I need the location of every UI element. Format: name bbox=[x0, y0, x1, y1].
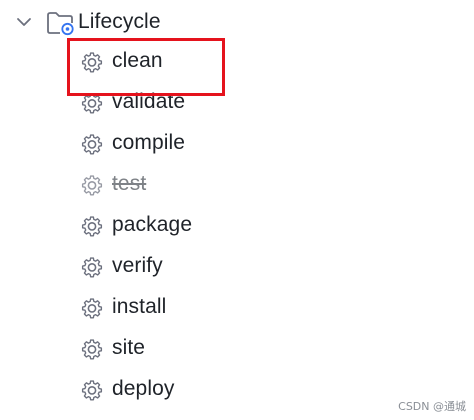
gear-icon bbox=[81, 257, 103, 278]
tree-item-label: install bbox=[112, 295, 167, 318]
tree-item-clean[interactable]: clean bbox=[0, 42, 474, 80]
tree-item-install[interactable]: install bbox=[0, 288, 474, 326]
tree-item-package[interactable]: package bbox=[0, 206, 474, 244]
tree-item-compile[interactable]: compile bbox=[0, 124, 474, 162]
tree-item-label: validate bbox=[112, 90, 186, 113]
tree-item-verify[interactable]: verify bbox=[0, 247, 474, 285]
gear-icon bbox=[81, 175, 103, 196]
lifecycle-label: Lifecycle bbox=[78, 10, 161, 33]
tree-item-validate[interactable]: validate bbox=[0, 83, 474, 121]
tree-item-test[interactable]: test bbox=[0, 165, 474, 203]
chevron-down-icon[interactable] bbox=[14, 12, 34, 32]
tree-item-label: deploy bbox=[112, 377, 175, 400]
maven-folder-icon bbox=[47, 12, 74, 36]
lifecycle-node[interactable]: Lifecycle bbox=[0, 6, 474, 38]
gear-icon bbox=[81, 298, 103, 319]
gear-icon bbox=[81, 134, 103, 155]
tree-item-label: package bbox=[112, 213, 193, 236]
tree-item-site[interactable]: site bbox=[0, 329, 474, 367]
gear-icon bbox=[81, 216, 103, 237]
tree-item-label: verify bbox=[112, 254, 163, 277]
gear-icon bbox=[81, 93, 103, 114]
gear-icon bbox=[81, 339, 103, 360]
tree-item-label: clean bbox=[112, 49, 163, 72]
csdn-watermark: CSDN @通城 bbox=[398, 400, 466, 413]
gear-icon bbox=[81, 52, 103, 73]
tree-item-label: test bbox=[112, 172, 147, 195]
gear-icon bbox=[81, 380, 103, 401]
tree-item-label: compile bbox=[112, 131, 186, 154]
tree-item-label: site bbox=[112, 336, 146, 359]
